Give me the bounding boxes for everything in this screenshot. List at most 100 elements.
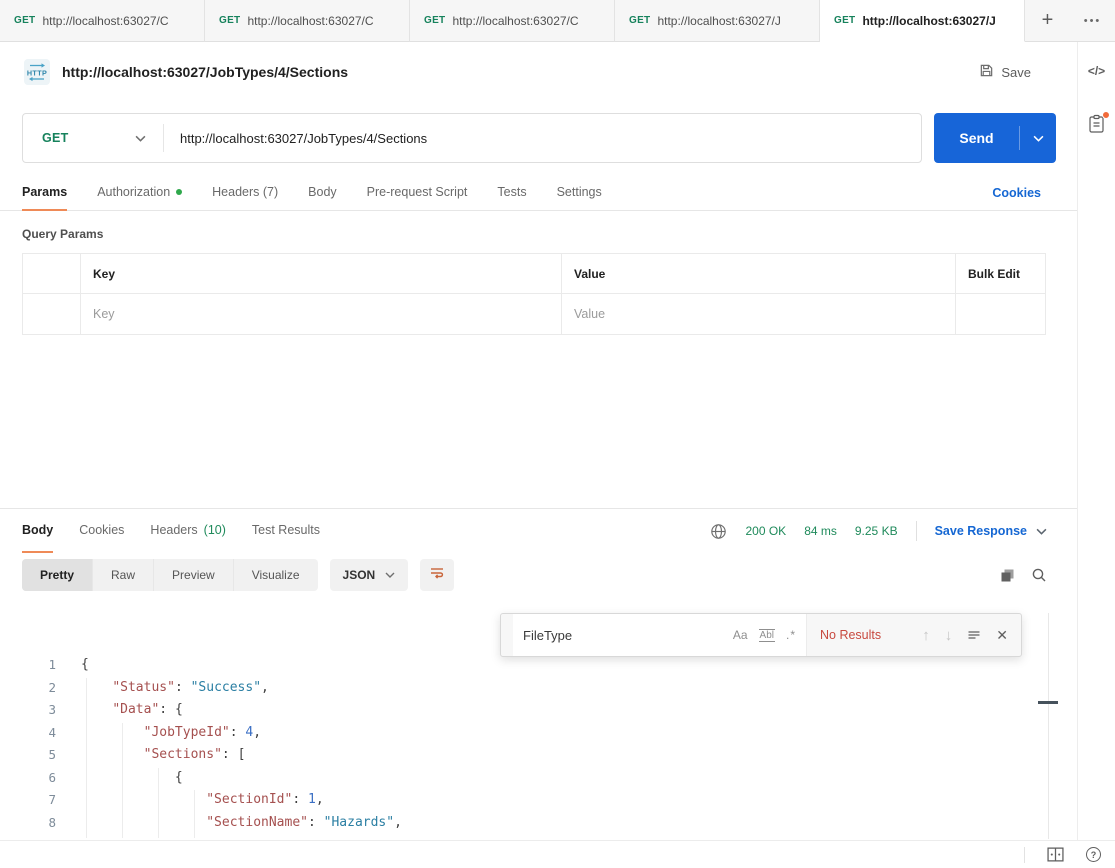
code-text: "Data": { [56,699,183,722]
url-input[interactable]: http://localhost:63027/JobTypes/4/Sectio… [164,131,427,146]
svg-text:HTTP: HTTP [27,69,47,78]
code-indent [81,815,206,830]
code-key: "JobTypeId" [144,725,230,740]
code-key: "SectionName" [206,815,308,830]
help-icon[interactable]: ? [1086,847,1101,862]
response-tab-test-results[interactable]: Test Results [252,509,320,553]
tab-settings[interactable]: Settings [557,175,602,211]
method-badge: GET [424,15,445,26]
chevron-down-icon [1036,528,1047,535]
key-input[interactable]: Key [81,294,562,334]
tab-url-label: http://localhost:63027/J [862,14,995,28]
view-pretty-button[interactable]: Pretty [22,559,93,591]
console-panel-icon[interactable] [1047,847,1064,862]
tab-url-label: http://localhost:63027/J [657,14,780,28]
response-tab-headers[interactable]: Headers (10) [150,509,225,553]
save-response-button[interactable]: Save Response [935,524,1047,538]
send-options-chevron-icon[interactable] [1020,135,1056,142]
match-case-icon[interactable]: Aa [733,628,748,642]
tab-prerequest-script[interactable]: Pre-request Script [367,175,468,211]
regex-icon[interactable]: .* [786,628,796,642]
code-line: 6 { [0,767,1077,790]
save-icon [979,63,994,81]
method-label: GET [42,131,69,145]
bulk-edit-button[interactable]: Bulk Edit [956,254,1045,293]
wrap-lines-button[interactable] [420,559,454,591]
new-tab-button[interactable]: + [1025,0,1070,42]
code-text: { [56,654,89,677]
copy-icon[interactable] [1000,568,1015,583]
value-placeholder: Value [574,307,605,321]
code-key: "SectionId" [206,792,292,807]
tab-authorization[interactable]: Authorization [97,175,182,211]
response-tab-body[interactable]: Body [22,509,53,553]
right-sidebar: </> [1077,42,1115,840]
save-button[interactable]: Save [979,63,1031,81]
send-button[interactable]: Send [934,113,1056,163]
search-icon[interactable] [1031,567,1047,583]
previous-match-icon[interactable]: ↑ [922,627,930,644]
cookies-link[interactable]: Cookies [992,175,1041,210]
method-badge: GET [14,15,35,26]
divider [1024,847,1025,863]
view-visualize-button[interactable]: Visualize [234,559,318,591]
headers-count: (10) [204,523,226,537]
view-raw-button[interactable]: Raw [93,559,154,591]
http-request-icon: HTTP [24,59,50,85]
tab-url-label: http://localhost:63027/C [452,14,578,28]
line-number: 4 [0,722,56,745]
request-tab[interactable]: GEThttp://localhost:63027/C [205,0,410,42]
chevron-down-icon [385,572,395,578]
value-input[interactable]: Value [562,294,956,334]
indent-guide [122,723,123,838]
headers-label: Headers [150,523,197,537]
code-punctuation: , [253,725,261,740]
format-dropdown[interactable]: JSON [330,559,409,591]
row-select-column [23,294,81,334]
code-key: "Data" [112,702,159,717]
request-tab[interactable]: GEThttp://localhost:63027/C [0,0,205,42]
code-punctuation: , [394,815,402,830]
app-window: GET http://localhost:63027/C GET http://loc… [0,0,1115,868]
response-tabs: Body Cookies Headers (10) Test Results [0,509,1077,553]
tab-body[interactable]: Body [308,175,337,211]
code-indent [81,747,144,762]
find-options-icon[interactable] [967,628,981,642]
save-response-label: Save Response [935,524,1027,538]
close-icon[interactable]: ✕ [996,627,1008,644]
response-tab-cookies[interactable]: Cookies [79,509,124,553]
request-tab[interactable]: GET http://localhost:63027/C [410,0,615,42]
code-text: "SectionName": "Hazards", [56,812,402,835]
view-mode-switcher: Pretty Raw Preview Visualize [22,559,318,591]
scrollbar-thumb[interactable] [1038,701,1058,704]
tab-tests[interactable]: Tests [497,175,526,211]
line-number: 5 [0,744,56,767]
line-number: 1 [0,654,56,677]
response-view-toolbar: Pretty Raw Preview Visualize JSON [0,553,1077,601]
view-preview-button[interactable]: Preview [154,559,234,591]
code-value: "Hazards" [324,815,394,830]
method-dropdown[interactable]: GET [23,131,163,145]
find-results-status: No Results [820,628,881,642]
query-params-title: Query Params [22,227,1077,241]
divider [916,521,917,541]
request-tab[interactable]: GEThttp://localhost:63027/J [615,0,820,42]
whole-word-icon[interactable]: Abl [759,629,775,642]
code-snippet-icon[interactable]: </> [1088,64,1105,78]
key-placeholder: Key [93,307,115,321]
line-number: 7 [0,789,56,812]
tab-headers[interactable]: Headers (7) [212,175,278,211]
code-value: "Success" [191,680,261,695]
comments-panel-icon[interactable] [1088,114,1106,139]
request-tab[interactable]: GET http://localhost:63027/J [820,0,1025,42]
tab-options-icon[interactable]: ••• [1070,0,1115,42]
next-match-icon[interactable]: ↓ [945,627,953,644]
find-input[interactable]: FileType Aa Abl .* [513,614,807,656]
auth-configured-dot-icon [176,189,182,195]
url-input-box: GET http://localhost:63027/JobTypes/4/Se… [22,113,922,163]
code-line: 2 "Status": "Success", [0,677,1077,700]
method-badge: GET [834,15,855,26]
tab-params[interactable]: Params [22,175,67,211]
find-query-text: FileType [523,628,733,643]
network-globe-icon[interactable] [710,523,727,540]
